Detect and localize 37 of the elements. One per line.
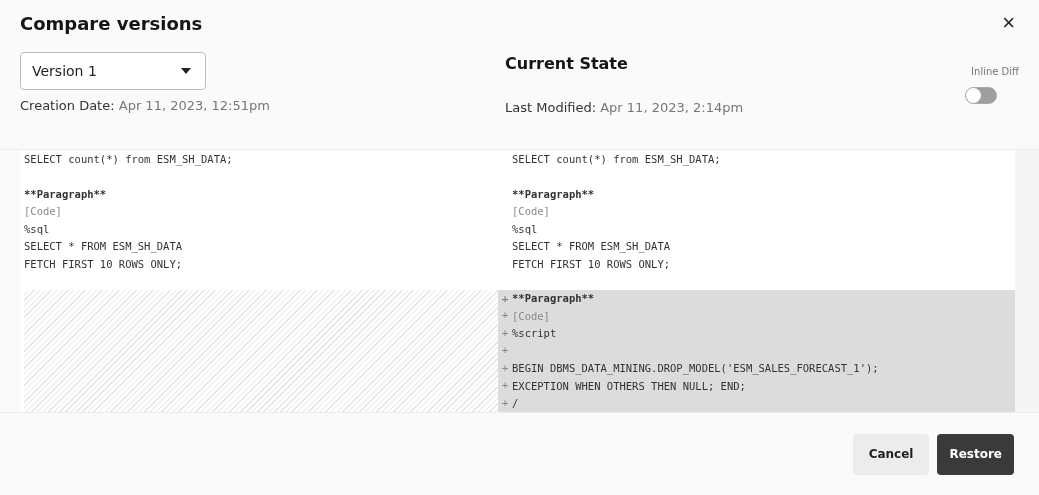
code-line: %sql — [24, 222, 50, 235]
last-modified-date: Last Modified: Apr 11, 2023, 2:14pm — [505, 100, 744, 115]
code-line: [Code] — [24, 205, 62, 218]
code-line: / — [512, 397, 519, 410]
code-line: FETCH FIRST 10 ROWS ONLY; — [512, 257, 671, 270]
code-line: %script — [512, 327, 557, 340]
caret-icon — [181, 68, 191, 74]
code-heading: **Paragraph** — [24, 187, 107, 200]
code-line: [Code] — [512, 309, 550, 322]
close-button[interactable]: × — [998, 12, 1019, 34]
plus-marker: + — [500, 344, 510, 358]
code-heading: **Paragraph** — [512, 187, 595, 200]
code-line: SELECT count(*) from ESM_SH_DATA; — [512, 152, 721, 165]
code-line: EXCEPTION WHEN OTHERS THEN NULL; END; — [512, 379, 746, 392]
current-state-title: Current State — [505, 54, 629, 75]
code-line: [Code] — [512, 205, 550, 218]
code-line: SELECT count(*) from ESM_SH_DATA; — [24, 152, 233, 165]
cancel-button[interactable]: Cancel — [852, 433, 930, 475]
dialog-title: Compare versions — [20, 12, 203, 34]
version-dropdown[interactable]: Version 1 — [20, 52, 206, 90]
creation-date: Creation Date: Apr 11, 2023, 12:51pm — [20, 98, 271, 113]
inline-diff-switch[interactable] — [965, 87, 997, 104]
code-heading: **Paragraph** — [512, 292, 595, 305]
code-line: %sql — [512, 222, 538, 235]
scrollbar[interactable] — [1015, 150, 1039, 412]
plus-marker: + — [500, 292, 510, 305]
code-line: SELECT * FROM ESM_SH_DATA — [512, 240, 671, 253]
code-line: SELECT * FROM ESM_SH_DATA — [24, 240, 183, 253]
code-line: FETCH FIRST 10 ROWS ONLY; — [24, 257, 183, 270]
code-line: BEGIN DBMS_DATA_MINING.DROP_MODEL('ESM_SALES_FORECAST_1'); — [512, 362, 879, 375]
plus-marker: + — [500, 379, 510, 393]
plus-marker: + — [500, 326, 510, 340]
plus-marker: + — [500, 396, 510, 410]
plus-marker: + — [500, 361, 510, 375]
plus-marker: + — [500, 309, 510, 323]
toggle-label: Inline Diff — [971, 66, 1019, 77]
restore-button[interactable]: Restore — [937, 433, 1014, 475]
